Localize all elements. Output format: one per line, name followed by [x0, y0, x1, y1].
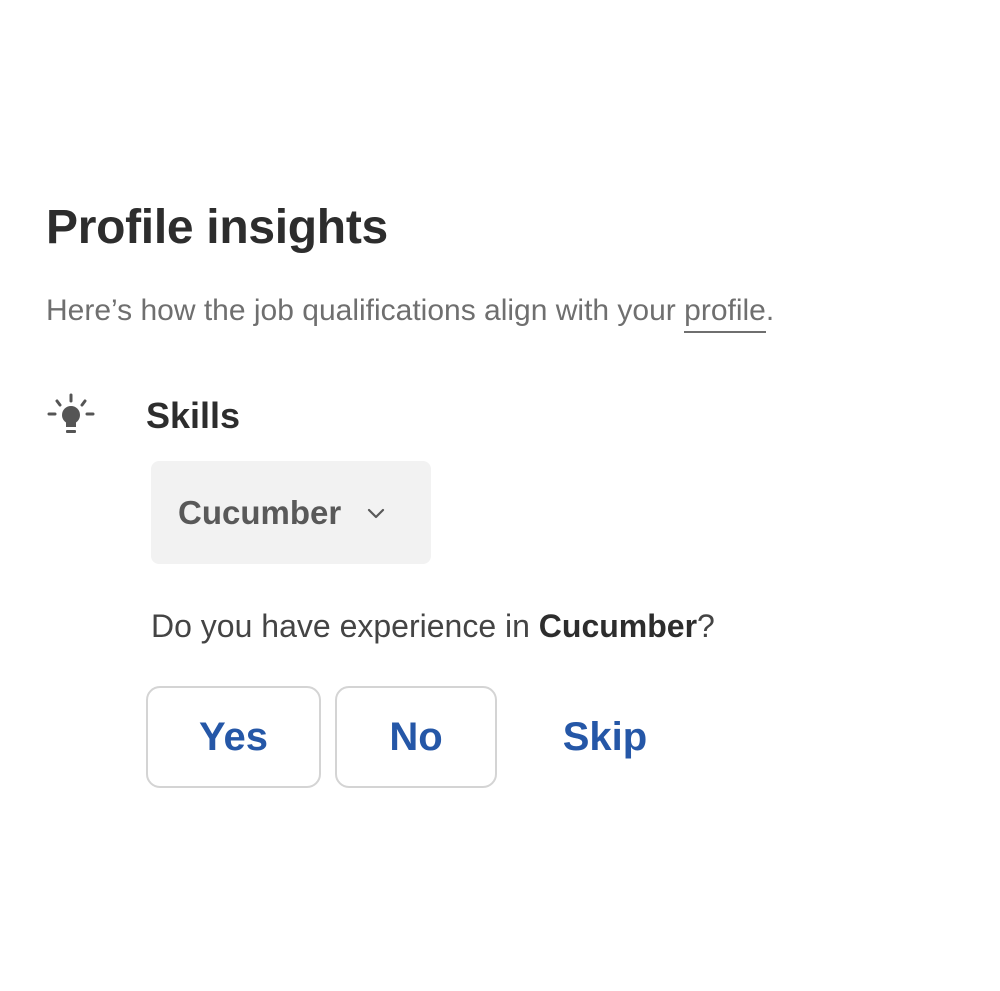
page-title: Profile insights: [46, 201, 388, 254]
chevron-down-icon: [365, 502, 387, 524]
question-mark: ?: [697, 608, 715, 644]
profile-insights-panel: Profile insights Here’s how the job qual…: [0, 0, 1000, 991]
yes-button[interactable]: Yes: [146, 686, 321, 788]
question-text: Do you have experience in: [151, 608, 539, 644]
skills-heading: Skills: [146, 395, 241, 436]
experience-question: Do you have experience in Cucumber?: [151, 608, 715, 645]
skill-chip-dropdown[interactable]: Cucumber: [151, 461, 431, 564]
page-subtitle: Here’s how the job qualifications align …: [46, 294, 775, 333]
skip-button[interactable]: Skip: [520, 686, 690, 788]
profile-link[interactable]: profile: [684, 294, 766, 333]
skill-chip-label: Cucumber: [178, 493, 342, 531]
question-skill: Cucumber: [538, 608, 698, 644]
subtitle-text: Here’s how the job qualifications align …: [46, 294, 685, 327]
no-button[interactable]: No: [335, 686, 497, 788]
skills-section-header: Skills: [46, 388, 240, 448]
lightbulb-icon: [46, 393, 96, 443]
subtitle-period: .: [765, 294, 775, 327]
